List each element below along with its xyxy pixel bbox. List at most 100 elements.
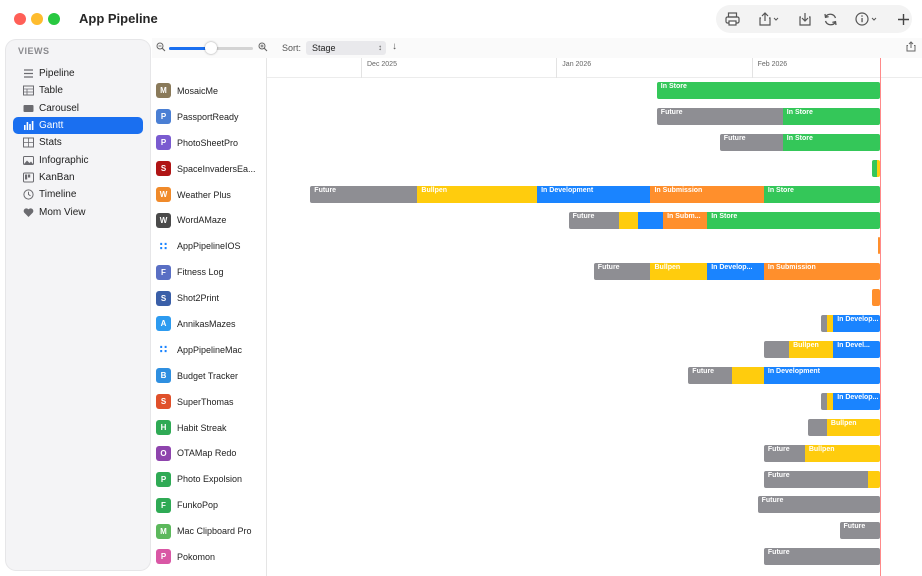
sidebar-item-pipeline[interactable]: Pipeline [13, 65, 143, 82]
download-icon[interactable] [796, 6, 814, 32]
gantt-bar[interactable]: Future [763, 470, 880, 488]
zoom-window-button[interactable] [48, 13, 60, 25]
gantt-segment-future[interactable]: Future [719, 133, 783, 151]
gantt-segment-in-development[interactable]: In Development [537, 185, 651, 203]
gantt-segment-future[interactable]: Future [656, 107, 783, 125]
app-list-item[interactable]: F FunkoPop [152, 492, 266, 518]
gantt-segment-future[interactable]: Future [688, 366, 733, 384]
gantt-segment-future[interactable]: Future [757, 496, 880, 514]
app-list-item[interactable]: P Photo Expolsion [152, 466, 266, 492]
gantt-bar[interactable]: In Store [656, 82, 880, 99]
sidebar-item-carousel[interactable]: Carousel [13, 100, 143, 117]
gantt-bar[interactable]: Future [763, 548, 880, 566]
gantt-segment-future[interactable]: Future [763, 444, 805, 462]
sidebar-item-gantt[interactable]: Gantt [13, 116, 143, 135]
gantt-segment-in-store[interactable]: In Store [656, 82, 880, 99]
app-list-item[interactable]: ∷ AppPipelineMac [152, 337, 266, 363]
gantt-segment-in-store[interactable]: In Store [782, 133, 880, 151]
sidebar-item-table[interactable]: Table [13, 82, 143, 99]
sidebar-item-mom-view[interactable]: Mom View [13, 203, 143, 220]
sidebar-item-stats[interactable]: Stats [13, 134, 143, 151]
close-window-button[interactable] [14, 13, 26, 25]
gantt-segment-in-submission[interactable]: In Submission [650, 185, 764, 203]
gantt-bar[interactable]: Future [839, 522, 880, 540]
gantt-segment-bullpen[interactable]: Bullpen [650, 263, 708, 281]
app-list-item[interactable]: P PassportReady [152, 104, 266, 130]
gantt-segment-in-store[interactable]: In Store [782, 107, 880, 125]
app-list-item[interactable]: A AnnikasMazes [152, 311, 266, 337]
gantt-segment-future[interactable]: Future [763, 548, 880, 566]
info-menu-button[interactable] [854, 6, 880, 32]
app-list-item[interactable]: W Weather Plus [152, 182, 266, 208]
gantt-bar[interactable]: Bullpen [808, 418, 880, 436]
gantt-segment-bullpen[interactable]: Bullpen [826, 418, 880, 436]
minimize-window-button[interactable] [31, 13, 43, 25]
plus-icon[interactable] [894, 6, 912, 32]
gantt-bar[interactable]: Future Bullpen [763, 444, 880, 462]
app-list-item[interactable]: ∷ AppPipelineIOS [152, 233, 266, 259]
gantt-bar[interactable]: Bullpen In Devel... [763, 341, 880, 358]
gantt-segment-in-submission[interactable] [872, 289, 880, 307]
gantt-segment-future[interactable] [808, 418, 827, 436]
gantt-segment-future[interactable]: Future [310, 185, 418, 203]
app-list-item[interactable]: S SuperThomas [152, 389, 266, 415]
gantt-segment-in-submission[interactable]: In Submission [763, 263, 880, 281]
gantt-segment-in-development[interactable]: In Develop... [833, 315, 880, 333]
gantt-bar[interactable] [872, 159, 880, 177]
share-menu-button[interactable] [756, 6, 782, 32]
app-list-item[interactable]: M Mac Clipboard Pro [152, 518, 266, 544]
gantt-segment-in-development[interactable]: In Develop... [833, 392, 880, 410]
app-list-item[interactable]: O OTAMap Redo [152, 440, 266, 466]
gantt-bar[interactable]: In Develop... [820, 392, 880, 410]
gantt-segment-bullpen[interactable]: Bullpen [417, 185, 538, 203]
zoom-in-icon[interactable] [258, 42, 268, 52]
gantt-bar[interactable]: Future In Store [656, 107, 880, 125]
sidebar-item-kanban[interactable]: KanBan [13, 169, 143, 186]
gantt-segment-future[interactable]: Future [593, 263, 651, 281]
export-icon[interactable] [906, 41, 916, 55]
gantt-segment-in-development[interactable]: In Devel... [833, 341, 880, 358]
gantt-segment-future[interactable]: Future [839, 522, 880, 540]
zoom-out-icon[interactable] [156, 42, 166, 52]
sidebar-item-timeline[interactable]: Timeline [13, 186, 143, 203]
sidebar-item-label: Stats [39, 137, 62, 149]
gantt-bar[interactable]: Future In Subm... In Store [568, 211, 880, 229]
gantt-segment-in-development[interactable]: In Development [763, 366, 880, 384]
gantt-segment-bullpen[interactable] [867, 470, 880, 488]
app-list-item[interactable]: M MosaicMe [152, 78, 266, 104]
sidebar-item-infographic[interactable]: Infographic [13, 151, 143, 168]
app-list-item[interactable]: H Habit Streak [152, 415, 266, 441]
gantt-segment-bullpen[interactable] [618, 211, 638, 229]
app-list-item[interactable]: P PhotoSheetPro [152, 130, 266, 156]
sync-icon[interactable] [820, 6, 840, 32]
gantt-bar[interactable]: In Develop... [820, 315, 880, 333]
gantt-bar[interactable]: Future In Store [719, 133, 880, 151]
gantt-bar[interactable] [872, 289, 880, 307]
app-list-item[interactable]: B Budget Tracker [152, 363, 266, 389]
app-list-item[interactable]: W WordAMaze [152, 207, 266, 233]
app-list-item[interactable]: F Fitness Log [152, 259, 266, 285]
gantt-segment-in-development[interactable] [637, 211, 664, 229]
gantt-segment-future[interactable] [763, 341, 790, 358]
gantt-bar[interactable]: Future [757, 496, 880, 514]
gantt-bar[interactable]: Future Bullpen In Development In Submission… [310, 185, 880, 203]
printer-icon[interactable] [720, 6, 744, 32]
gantt-segment-in-store[interactable]: In Store [763, 185, 880, 203]
sort-direction-arrow-icon[interactable]: ↓ [392, 41, 397, 52]
zoom-slider-thumb[interactable] [205, 42, 217, 54]
app-list-item[interactable]: S SpaceInvadersEa... [152, 156, 266, 182]
gantt-bar[interactable]: Future Bullpen In Develop... In Submission [593, 263, 880, 281]
gantt-bar[interactable]: Future In Development [688, 366, 880, 384]
gantt-segment-in-store[interactable]: In Store [707, 211, 880, 229]
gantt-segment-bullpen[interactable]: Bullpen [804, 444, 880, 462]
gantt-segment-bullpen[interactable]: Bullpen [789, 341, 834, 358]
sort-select[interactable]: Stage ↕ [306, 41, 386, 55]
gantt-segment-bullpen[interactable] [732, 366, 764, 384]
gantt-segment-in-submission[interactable]: In Subm... [663, 211, 708, 229]
gantt-segment-future[interactable]: Future [763, 470, 868, 488]
app-list-item[interactable]: P Pokomon [152, 544, 266, 570]
zoom-slider[interactable] [169, 42, 253, 54]
gantt-segment-future[interactable]: Future [568, 211, 619, 229]
gantt-segment-in-development[interactable]: In Develop... [707, 263, 764, 281]
app-list-item[interactable]: S Shot2Print [152, 285, 266, 311]
